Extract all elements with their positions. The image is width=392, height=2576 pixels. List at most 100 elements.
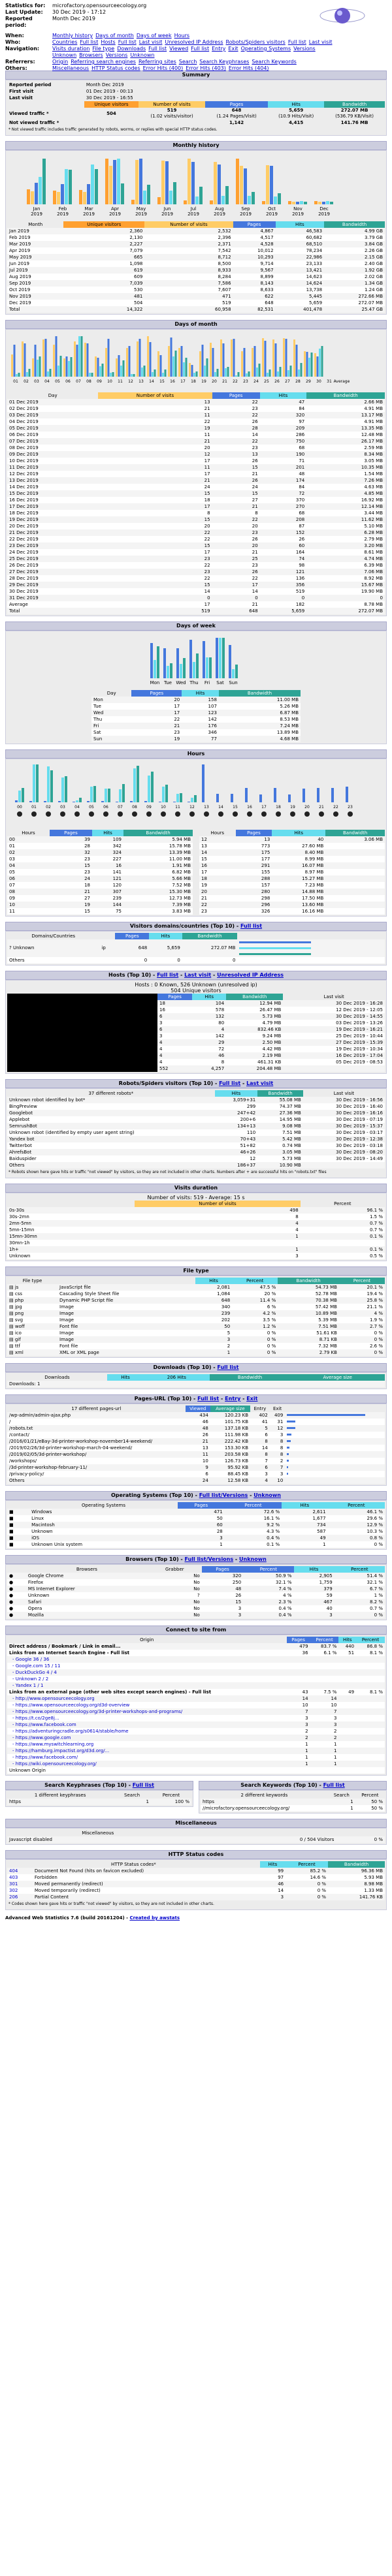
- nav-link[interactable]: Hours: [174, 33, 189, 39]
- nav-link[interactable]: Error Hits (403): [186, 65, 226, 71]
- nav-link[interactable]: Operating Systems: [241, 46, 291, 52]
- referrer-link[interactable]: - https://www.facebook.com: [7, 1721, 287, 1728]
- nav-link[interactable]: Full list: [148, 46, 167, 52]
- nav-link[interactable]: Referring search engines: [71, 59, 136, 65]
- page-url-link[interactable]: /privacy-policy/: [7, 1471, 186, 1477]
- nav-link[interactable]: Miscellaneous: [52, 65, 89, 71]
- section-link[interactable]: Full list: [157, 972, 178, 978]
- status-code-link[interactable]: 403: [7, 1874, 33, 1881]
- nav-link[interactable]: Search Keywords: [252, 59, 296, 65]
- table-cell: 14: [212, 588, 260, 595]
- nav-link[interactable]: Downloads: [117, 46, 146, 52]
- referrer-link[interactable]: - https://www.google.com: [7, 1735, 287, 1741]
- table-cell: Tue: [91, 703, 132, 710]
- nav-link[interactable]: Visits duration: [52, 46, 90, 52]
- referrer-link[interactable]: - http://www.opensourceecology.org: [7, 1695, 287, 1702]
- page-url-link[interactable]: /2016/01/21/eBay-3d-printer-workshop-nov…: [7, 1438, 186, 1445]
- referrer-link[interactable]: - https://hamburg.impactist.org/d3d.org/…: [7, 1748, 287, 1754]
- page-url-link[interactable]: /2019/02/26/3d-printer-workshop-march-04…: [7, 1445, 186, 1451]
- table-row: 12 13 40 3.06 MB: [199, 836, 385, 843]
- section-link[interactable]: Full list: [219, 1080, 240, 1086]
- nav-link[interactable]: Days of week: [137, 33, 172, 39]
- table-cell: 23,133: [275, 260, 325, 267]
- status-code-link[interactable]: 301: [7, 1881, 33, 1887]
- page-url-link[interactable]: /contact/: [7, 1432, 186, 1438]
- section-link[interactable]: Last visit: [184, 972, 211, 978]
- section-link[interactable]: Full list: [197, 1396, 219, 1402]
- section-link[interactable]: Exit: [246, 1396, 257, 1402]
- nav-link[interactable]: Entry: [212, 46, 225, 52]
- nav-link[interactable]: Browsers: [79, 52, 103, 58]
- page-url-link[interactable]: /robots.txt: [7, 1425, 186, 1432]
- referrer-link[interactable]: - Google.com 15 / 11: [7, 1663, 287, 1669]
- day-bar: [78, 336, 80, 377]
- section-link[interactable]: Last visit: [246, 1080, 273, 1086]
- nav-link[interactable]: HTTP Status codes: [91, 65, 140, 71]
- referrer-link[interactable]: - https://wiki.opensourceecology.org/: [7, 1761, 287, 1767]
- table-cell: 3.83 MB: [123, 908, 193, 915]
- nav-link[interactable]: Viewed: [169, 46, 188, 52]
- status-code-link[interactable]: 302: [7, 1887, 33, 1894]
- nav-link[interactable]: Exit: [228, 46, 238, 52]
- table-cell: 440: [338, 1643, 357, 1650]
- referrer-link[interactable]: - Yandex 1 / 1: [7, 1682, 287, 1689]
- footer-link[interactable]: Created by awstats: [129, 1915, 180, 1921]
- nav-link[interactable]: Full list: [288, 39, 306, 45]
- section-link[interactable]: Unknown: [253, 1492, 281, 1498]
- nav-link[interactable]: Robots/Spiders visitors: [226, 39, 286, 45]
- nav-link[interactable]: Countries: [52, 39, 77, 45]
- referrer-link[interactable]: - https://www.myswitchlearning.org: [7, 1741, 287, 1748]
- page-url-link[interactable]: /workshops/: [7, 1458, 186, 1464]
- referrer-link[interactable]: - https://www.opensourceecology.org/3d-p…: [7, 1708, 287, 1715]
- section-link[interactable]: Full list: [323, 1782, 345, 1788]
- referrer-link[interactable]: - Google 36 / 36: [7, 1656, 287, 1663]
- nav-link[interactable]: Full list: [118, 39, 137, 45]
- day-bar: [76, 345, 78, 377]
- section-link[interactable]: Entry: [225, 1396, 240, 1402]
- referrer-link[interactable]: - Unknown 2 / 2: [7, 1676, 287, 1682]
- column-header: Hits: [192, 994, 227, 1000]
- nav-link[interactable]: File type: [92, 46, 114, 52]
- nav-link[interactable]: Hosts: [101, 39, 115, 45]
- section-link[interactable]: Unknown: [239, 1556, 267, 1562]
- nav-link[interactable]: Last visit: [309, 39, 333, 45]
- page-url-link[interactable]: /wp-admin/admin-ajax.php: [7, 1412, 186, 1419]
- nav-link[interactable]: Versions: [106, 52, 128, 58]
- status-code-link[interactable]: 206: [7, 1894, 33, 1900]
- section-link[interactable]: Full list/Versions: [185, 1556, 234, 1562]
- section-link[interactable]: Unresolved IP Address: [217, 972, 284, 978]
- table-cell: 3.05 MB: [257, 1149, 303, 1155]
- nav-link[interactable]: Error Hits (404): [229, 65, 269, 71]
- page-url-link[interactable]: /2019/02/05/3d-printer-workshop/: [7, 1451, 186, 1458]
- section-link[interactable]: Full list/Versions: [199, 1492, 248, 1498]
- nav-link[interactable]: Full list: [80, 39, 98, 45]
- nav-link[interactable]: Monthly history: [52, 33, 93, 39]
- status-code-link[interactable]: 404: [7, 1868, 33, 1874]
- section-link[interactable]: Full list: [133, 1782, 154, 1788]
- nav-link[interactable]: Last visit: [139, 39, 163, 45]
- table-cell: 7.39 MB: [123, 902, 193, 908]
- nav-link[interactable]: Search Keyphrases: [199, 59, 249, 65]
- nav-link[interactable]: Origin: [52, 59, 68, 65]
- nav-link[interactable]: Versions: [293, 46, 316, 52]
- table-cell: 24: [98, 484, 212, 490]
- page-url-link[interactable]: /: [7, 1419, 186, 1425]
- nav-link[interactable]: Referring sites: [139, 59, 176, 65]
- nav-link[interactable]: Full list: [191, 46, 209, 52]
- nav-link[interactable]: Unknown: [130, 52, 154, 58]
- referrer-link[interactable]: - https://www.opensourceecology.org/d3d-…: [7, 1702, 287, 1708]
- page-url-link[interactable]: /3d-printer-workshop-february-11/: [7, 1464, 186, 1471]
- nav-link[interactable]: Unresolved IP Address: [165, 39, 223, 45]
- section-link[interactable]: Full list: [217, 1364, 238, 1370]
- table-cell: 3: [157, 1033, 193, 1039]
- referrer-link[interactable]: - https://adventuringcradle.org/s0614/st…: [7, 1728, 287, 1735]
- section-link[interactable]: Full list: [240, 923, 262, 929]
- nav-link[interactable]: Days of month: [95, 33, 134, 39]
- referrer-link[interactable]: - https://www.facebook.com/: [7, 1754, 287, 1761]
- nav-link[interactable]: Error Hits (400): [143, 65, 184, 71]
- nav-link[interactable]: Search: [179, 59, 197, 65]
- data-table: HTTP Status codes* Hits Percent Bandwidth 40…: [7, 1861, 385, 1900]
- referrer-link[interactable]: - DuckDuckGo 4 / 4: [7, 1669, 287, 1676]
- referrer-link[interactable]: - https://t.co/2ge8j...: [7, 1715, 287, 1721]
- nav-link[interactable]: Unknown: [52, 52, 76, 58]
